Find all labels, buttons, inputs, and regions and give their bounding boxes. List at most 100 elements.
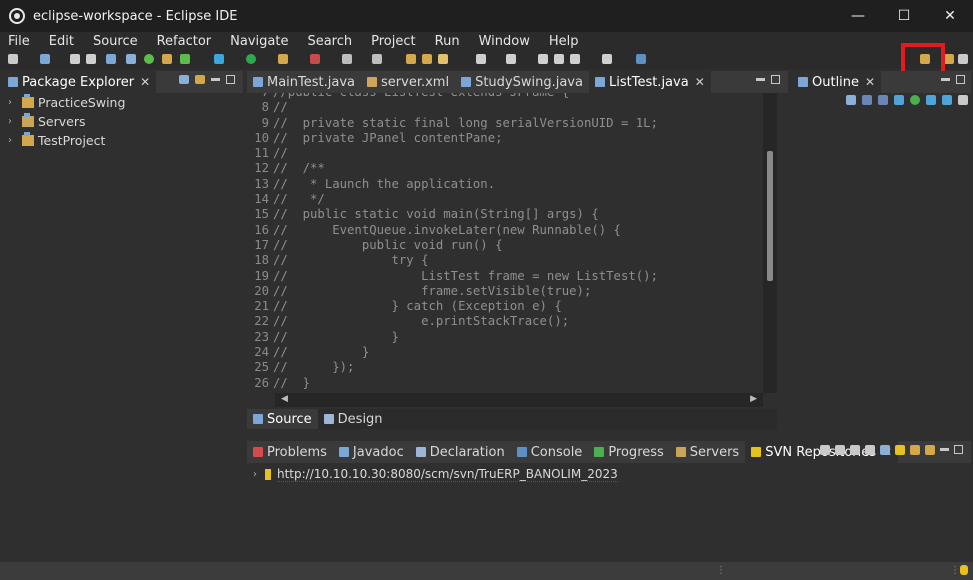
maximize-view-icon[interactable] [956,75,965,84]
build-icon[interactable] [372,54,382,64]
stop-icon[interactable] [342,54,352,64]
chevron-right-icon[interactable]: › [8,97,18,108]
code-editor[interactable]: 7//public class ListTest extends JFrame … [247,93,788,435]
maximize-view-icon[interactable] [771,75,780,84]
external-tools-icon[interactable] [278,54,288,64]
open-task-icon[interactable] [422,54,432,64]
forward-icon[interactable] [602,54,612,64]
hide-fields-icon[interactable] [878,95,888,105]
skip-breakpoints-icon[interactable] [126,54,136,64]
back-icon[interactable] [570,54,580,64]
tab-source[interactable]: Source [247,409,318,429]
checkout-icon[interactable] [925,445,935,455]
tab-problems[interactable]: Problems [247,441,333,463]
java-perspective-icon[interactable] [944,54,954,64]
hide-local-types-icon[interactable] [926,95,936,105]
menu-source[interactable]: Source [93,34,138,49]
run-icon[interactable] [246,54,256,64]
open-icon[interactable] [40,54,50,64]
new-java-project-icon[interactable] [162,54,172,64]
svn-repository-item[interactable]: › http://10.10.10.30:8080/scm/svn/TruERP… [253,467,618,482]
back-history-icon[interactable] [538,54,548,64]
tip-lightbulb-icon[interactable] [960,565,968,575]
coverage-icon[interactable] [310,54,320,64]
menu-help[interactable]: Help [549,34,579,49]
tab-console[interactable]: Console [511,441,589,463]
tab-maintest-java[interactable]: MainTest.java [247,71,361,93]
tab-studyswing-java[interactable]: StudySwing.java [455,71,589,93]
chevron-right-icon[interactable]: › [8,135,18,146]
maximize-view-icon[interactable] [954,445,963,454]
chevron-right-icon[interactable]: › [8,116,18,127]
new-repository-icon[interactable] [895,445,905,455]
tab-listtest-java[interactable]: ListTest.java ✕ [588,71,711,93]
new-icon[interactable] [8,54,18,64]
tab-progress[interactable]: Progress [588,441,669,463]
link-editor-icon[interactable] [942,95,952,105]
hide-nonpublic-icon[interactable] [910,95,920,105]
console-icon [516,447,527,457]
menu-edit[interactable]: Edit [49,34,74,49]
refresh-icon[interactable] [865,445,875,455]
tree-item-testproject[interactable]: › TestProject [2,131,243,150]
tree-item-servers[interactable]: › Servers [2,112,243,131]
tab-outline[interactable]: Outline ✕ [792,71,882,93]
minimize-view-icon[interactable] [940,448,949,451]
minimize-view-icon[interactable] [756,78,765,81]
search-icon[interactable] [438,54,448,64]
tab-design[interactable]: Design [318,409,389,429]
horizontal-scrollbar[interactable]: ◀ ▶ [275,393,763,407]
run-last-tool-icon[interactable] [214,54,224,64]
view-menu-icon[interactable] [958,95,968,105]
new-package-icon[interactable] [180,54,190,64]
scrollbar-thumb[interactable] [767,151,773,281]
tab-javadoc[interactable]: Javadoc [333,441,410,463]
tab-servers[interactable]: Servers [670,441,745,463]
menu-navigate[interactable]: Navigate [230,34,288,49]
menu-refactor[interactable]: Refactor [157,34,212,49]
home-icon[interactable] [820,445,830,455]
tab-declaration[interactable]: Declaration [410,441,511,463]
collapse-all-icon[interactable] [846,95,856,105]
chevron-right-icon[interactable]: › [253,469,257,480]
menu-project[interactable]: Project [371,34,415,49]
back-icon[interactable] [835,445,845,455]
maximize-button[interactable]: ☐ [881,0,927,32]
scroll-left-icon[interactable]: ◀ [281,394,288,404]
menu-search[interactable]: Search [307,34,352,49]
minimize-button[interactable]: — [835,0,881,32]
minimize-view-icon[interactable] [211,78,220,81]
debug-icon[interactable] [144,54,154,64]
menu-run[interactable]: Run [435,34,460,49]
save-all-icon[interactable] [86,54,96,64]
scroll-right-icon[interactable]: ▶ [750,394,757,404]
close-icon[interactable]: ✕ [140,75,150,89]
tab-package-explorer[interactable]: Package Explorer ✕ [2,71,157,93]
close-icon[interactable]: ✕ [695,75,705,89]
code-area[interactable]: 7//public class ListTest extends JFrame … [247,93,763,393]
forward-icon[interactable] [850,445,860,455]
tree-item-practiceswing[interactable]: › PracticeSwing [2,93,243,112]
hide-static-icon[interactable] [894,95,904,105]
vertical-scrollbar[interactable] [763,93,777,393]
open-type-icon[interactable] [406,54,416,64]
new-location-icon[interactable] [910,445,920,455]
forward-history-icon[interactable] [554,54,564,64]
annotation-icon[interactable] [476,54,486,64]
maximize-view-icon[interactable] [226,75,235,84]
close-button[interactable]: ✕ [927,0,973,32]
pin-editor-icon[interactable] [506,54,516,64]
sort-icon[interactable] [862,95,872,105]
collapse-all-icon[interactable] [880,445,890,455]
minimize-view-icon[interactable] [941,78,950,81]
save-icon[interactable] [70,54,80,64]
tab-server-xml[interactable]: server.xml [361,71,455,93]
collapse-all-icon[interactable] [179,75,189,84]
menu-file[interactable]: File [8,34,30,49]
terminal-icon[interactable] [106,54,116,64]
close-icon[interactable]: ✕ [865,75,875,89]
new-connection-icon[interactable] [636,54,646,64]
menu-window[interactable]: Window [479,34,530,49]
link-with-editor-icon[interactable] [195,75,205,84]
svn-perspective-icon[interactable] [958,54,968,64]
